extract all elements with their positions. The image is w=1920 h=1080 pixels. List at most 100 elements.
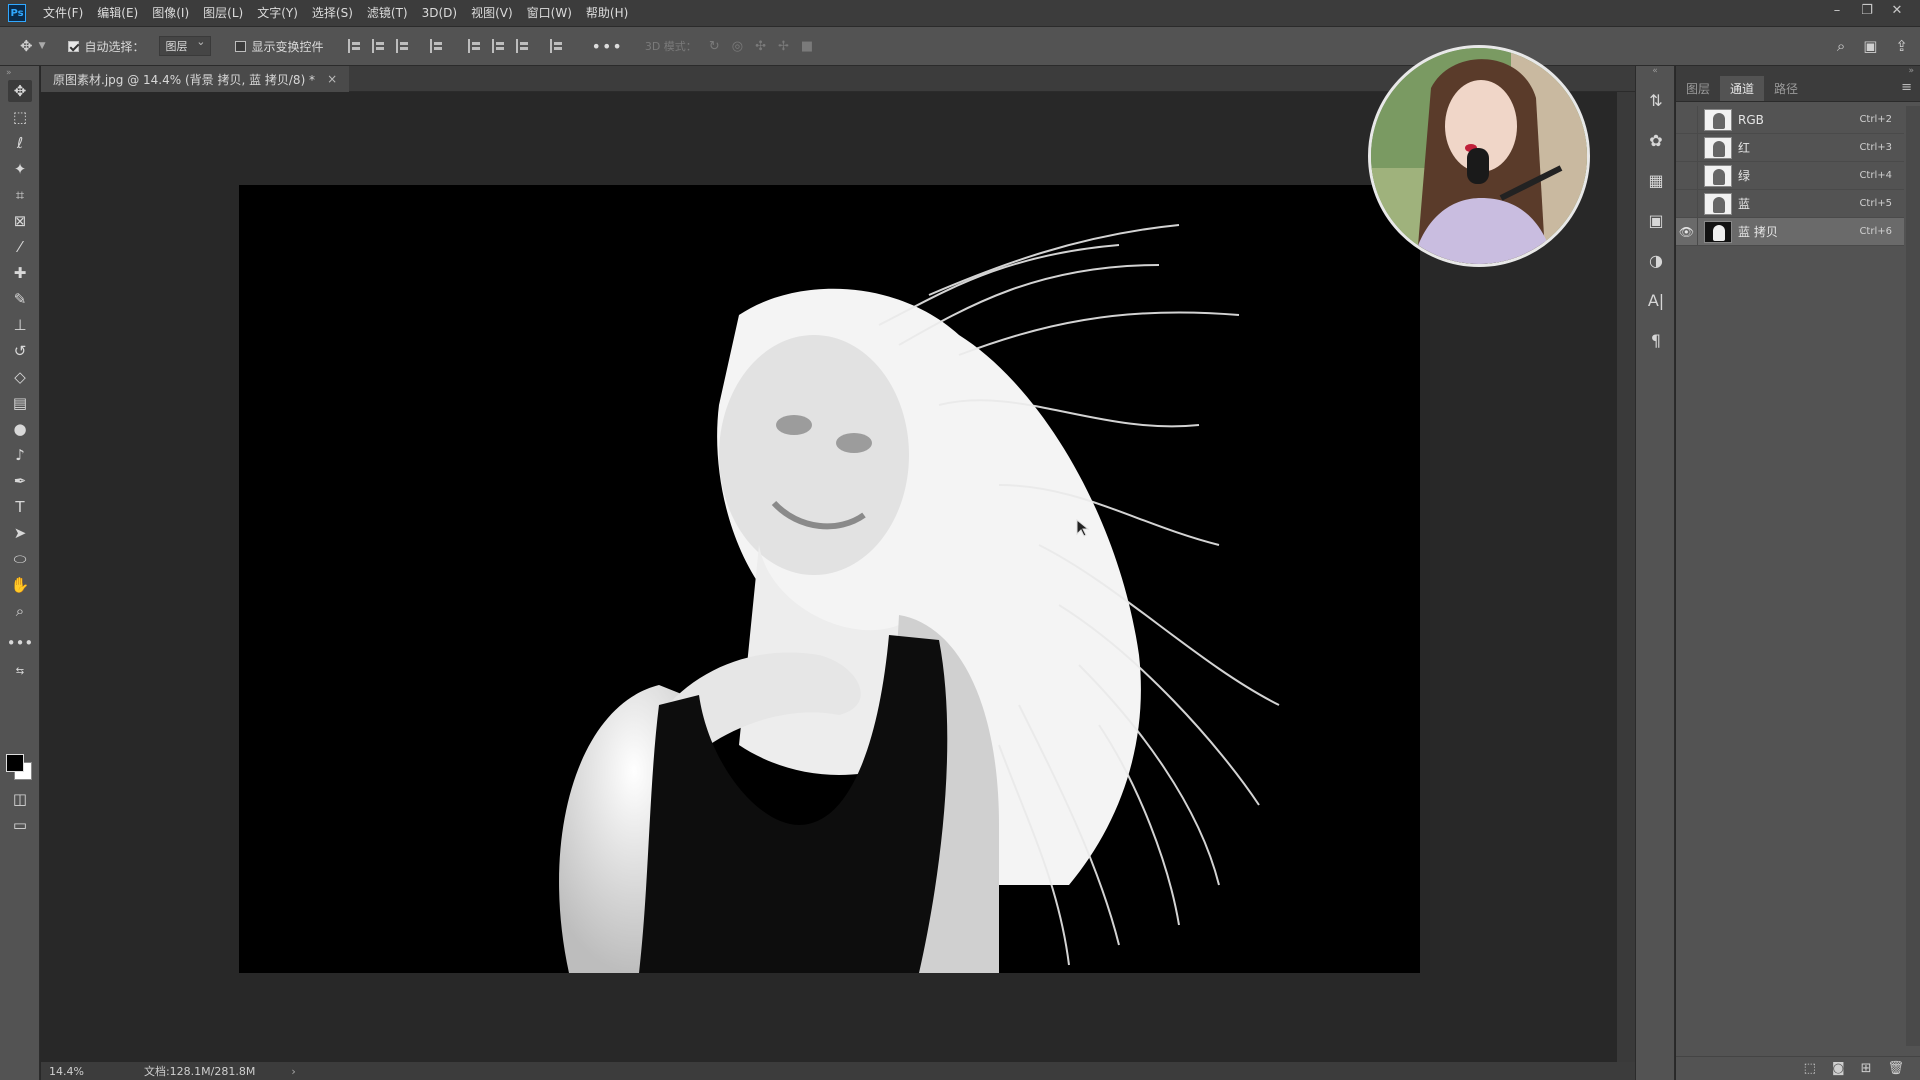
menu-type[interactable]: 文字(Y) [250, 0, 305, 26]
3d-orbit-icon: ↻ [708, 38, 720, 54]
gradient-tool-icon[interactable]: ▤ [8, 392, 32, 414]
marquee-tool-icon[interactable]: ⬚ [8, 106, 32, 128]
load-selection-icon[interactable]: ⬚ [1804, 1061, 1816, 1076]
close-tab-icon[interactable]: × [327, 72, 337, 86]
restore-button[interactable]: ❐ [1852, 0, 1882, 22]
options-bar: ✥ ▼ 自动选择： 图层 显示变换控件 ••• 3D 模式： ↻ ◎ ✣ ✢ ■… [0, 26, 1920, 66]
menu-edit[interactable]: 编辑(E) [90, 0, 145, 26]
strip-grip-icon[interactable]: « [1636, 66, 1674, 80]
visibility-toggle[interactable] [1676, 133, 1698, 162]
search-icon[interactable]: ⌕ [1837, 37, 1845, 55]
visibility-toggle[interactable] [1676, 161, 1698, 190]
channel-shortcut: Ctrl+5 [1859, 198, 1892, 209]
adjustments-panel-icon[interactable]: ◑ [1636, 240, 1676, 280]
shape-tool-icon[interactable]: ⬭ [8, 548, 32, 570]
panel-menu-icon[interactable]: ≡ [1901, 80, 1912, 95]
share-icon[interactable]: ⇪ [1895, 37, 1908, 55]
menu-image[interactable]: 图像(I) [145, 0, 196, 26]
channel-mask-image [559, 224, 1280, 973]
auto-select-checkbox[interactable] [67, 40, 79, 52]
edit-toolbar-icon[interactable]: ••• [7, 632, 34, 654]
image-canvas[interactable] [239, 185, 1420, 973]
3d-pan-icon: ✣ [755, 38, 766, 54]
eraser-tool-icon[interactable]: ◇ [8, 366, 32, 388]
auto-select-target-dropdown[interactable]: 图层 [158, 35, 211, 56]
pen-tool-icon[interactable]: ✒ [8, 470, 32, 492]
new-channel-icon[interactable]: ⊞ [1861, 1061, 1872, 1076]
tab-paths[interactable]: 路径 [1764, 76, 1808, 101]
channel-row-rgb[interactable]: RGB Ctrl+2 [1676, 105, 1904, 134]
brush-tool-icon[interactable]: ✎ [8, 288, 32, 310]
menu-layer[interactable]: 图层(L) [196, 0, 250, 26]
align-left-icon[interactable] [347, 39, 362, 53]
align-top-icon[interactable] [467, 39, 482, 53]
foreground-color-swatch[interactable] [6, 754, 24, 772]
blur-tool-icon[interactable]: ● [8, 418, 32, 440]
visibility-toggle[interactable] [1676, 189, 1698, 218]
lasso-tool-icon[interactable]: ℓ [8, 132, 32, 154]
menu-3d[interactable]: 3D(D) [415, 0, 464, 26]
status-menu-arrow-icon[interactable]: › [291, 1065, 295, 1078]
tab-layers[interactable]: 图层 [1676, 76, 1720, 101]
channel-row-blue[interactable]: 蓝 Ctrl+5 [1676, 189, 1904, 218]
move-tool-icon[interactable]: ✥ [8, 80, 32, 102]
menu-view[interactable]: 视图(V) [464, 0, 520, 26]
quick-mask-icon[interactable]: ◫ [8, 788, 32, 810]
screen-mode-icon[interactable]: ▭ [8, 814, 32, 836]
channel-name: 红 [1738, 141, 1751, 155]
workspace-scrollbar[interactable] [1617, 92, 1635, 1062]
tab-channels[interactable]: 通道 [1720, 76, 1765, 101]
align-center-h-icon[interactable] [371, 39, 386, 53]
libraries-panel-icon[interactable]: ▣ [1636, 200, 1676, 240]
menu-select[interactable]: 选择(S) [305, 0, 360, 26]
hand-tool-icon[interactable]: ✋ [8, 574, 32, 596]
zoom-tool-icon[interactable]: ⌕ [8, 600, 32, 622]
color-panel-icon[interactable]: ✿ [1636, 120, 1676, 160]
delete-channel-icon[interactable]: 🗑 [1887, 1061, 1904, 1076]
toolbar-grip-icon[interactable]: » [6, 68, 12, 78]
panel-collapse-icon[interactable]: » [1676, 66, 1920, 76]
history-brush-tool-icon[interactable]: ↺ [8, 340, 32, 362]
close-window-button[interactable]: ✕ [1882, 0, 1912, 22]
menu-filter[interactable]: 滤镜(T) [360, 0, 415, 26]
move-tool-icon[interactable]: ✥ [20, 37, 33, 55]
more-options-icon[interactable]: ••• [592, 37, 623, 56]
tool-preset-arrow-icon[interactable]: ▼ [39, 41, 46, 51]
channel-row-green[interactable]: 绿 Ctrl+4 [1676, 161, 1904, 190]
minimize-button[interactable]: – [1822, 0, 1852, 22]
healing-brush-tool-icon[interactable]: ✚ [8, 262, 32, 284]
menu-window[interactable]: 窗口(W) [520, 0, 579, 26]
clone-stamp-tool-icon[interactable]: ⊥ [8, 314, 32, 336]
align-right-icon[interactable] [395, 39, 410, 53]
visibility-toggle[interactable] [1676, 105, 1698, 134]
align-buttons [347, 39, 444, 53]
magic-wand-tool-icon[interactable]: ✦ [8, 158, 32, 180]
character-panel-icon[interactable]: A| [1636, 280, 1676, 320]
zoom-level[interactable]: 14.4% [49, 1065, 84, 1078]
channel-row-blue-copy[interactable]: 👁 蓝 拷贝 Ctrl+6 [1676, 217, 1904, 246]
align-middle-icon[interactable] [491, 39, 506, 53]
window-controls: – ❐ ✕ [1822, 0, 1912, 22]
menu-file[interactable]: 文件(F) [36, 0, 90, 26]
type-tool-icon[interactable]: T [8, 496, 32, 518]
default-colors-icon[interactable]: ⇆ [8, 660, 32, 682]
paragraph-panel-icon[interactable]: ¶ [1636, 320, 1676, 360]
eye-icon[interactable]: 👁 [1676, 217, 1698, 246]
swatches-panel-icon[interactable]: ▦ [1636, 160, 1676, 200]
channel-row-red[interactable]: 红 Ctrl+3 [1676, 133, 1904, 162]
save-selection-icon[interactable]: ◙ [1832, 1061, 1845, 1076]
distribute-v-icon[interactable] [549, 39, 564, 53]
dodge-tool-icon[interactable]: ♪ [8, 444, 32, 466]
show-transform-checkbox[interactable] [234, 40, 246, 52]
distribute-h-icon[interactable] [429, 39, 444, 53]
frame-tool-icon[interactable]: ⊠ [8, 210, 32, 232]
document-tab[interactable]: 原图素材.jpg @ 14.4% (背景 拷贝, 蓝 拷贝/8) * × [41, 66, 350, 92]
path-selection-tool-icon[interactable]: ➤ [8, 522, 32, 544]
workspace-icon[interactable]: ▣ [1863, 37, 1877, 55]
align-bottom-icon[interactable] [515, 39, 530, 53]
panel-scrollbar[interactable] [1906, 106, 1920, 1046]
eyedropper-tool-icon[interactable]: ⁄ [8, 236, 32, 258]
history-panel-icon[interactable]: ⇅ [1636, 80, 1676, 120]
crop-tool-icon[interactable]: ⌗ [8, 184, 32, 206]
menu-help[interactable]: 帮助(H) [579, 0, 635, 26]
